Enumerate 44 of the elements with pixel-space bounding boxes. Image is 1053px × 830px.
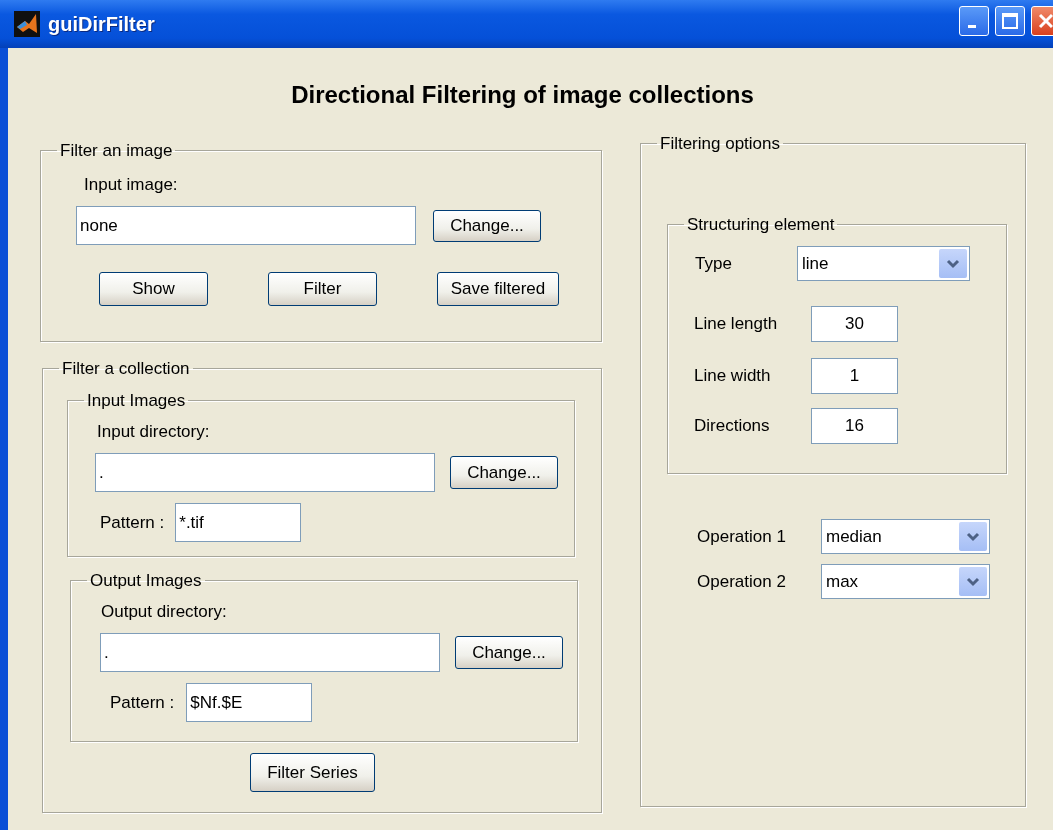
field-label: Type (695, 253, 733, 274)
window-title: guiDirFilter (48, 12, 155, 36)
action-button[interactable]: Save filtered (437, 272, 559, 306)
field-label: Line width (694, 366, 772, 386)
number-field[interactable]: 30 (811, 306, 898, 342)
page-heading: Directional Filtering of image collections (290, 79, 755, 110)
minimize-button[interactable] (959, 6, 989, 36)
image-path-field[interactable]: none (76, 206, 416, 245)
group-title: Filter a collection (61, 359, 191, 378)
pattern-field[interactable]: $Nf.$E (186, 683, 313, 722)
maximize-button[interactable] (995, 6, 1025, 36)
field-label: Line length (694, 314, 779, 334)
change-button[interactable]: Change... (455, 636, 563, 669)
maximize-icon (1002, 13, 1018, 29)
group-title: Output Images (89, 571, 203, 590)
group-title: Filtering options (659, 134, 781, 153)
minimize-icon (968, 24, 976, 28)
field-label: Operation 1 (697, 526, 787, 547)
action-button[interactable]: Show (99, 272, 208, 306)
group-title: Input Images (86, 391, 187, 410)
change-button[interactable]: Change... (433, 209, 541, 242)
field-label: Pattern : (110, 692, 175, 713)
field-label: Output directory: (101, 602, 227, 622)
field-label: Operation 2 (697, 571, 787, 592)
group-title: Filter an image (59, 141, 174, 160)
number-field[interactable]: 16 (811, 408, 898, 444)
group-title: Structuring element (686, 215, 836, 234)
field-label: Input directory: (97, 422, 210, 442)
field-label: Directions (694, 416, 771, 436)
dropdown[interactable]: median (821, 519, 990, 554)
directory-field[interactable]: . (95, 453, 435, 492)
dropdown[interactable]: max (821, 564, 990, 599)
field-label: Pattern : (100, 512, 165, 533)
app-logo-icon (14, 11, 40, 37)
field-label: Input image: (84, 175, 178, 195)
change-button[interactable]: Change... (450, 456, 558, 489)
close-icon (1038, 13, 1053, 29)
dropdown[interactable]: line (797, 246, 970, 281)
action-button[interactable]: Filter (268, 272, 377, 306)
close-button[interactable] (1031, 6, 1053, 36)
pattern-field[interactable]: *.tif (175, 503, 302, 542)
directory-field[interactable]: . (100, 633, 440, 672)
number-field[interactable]: 1 (811, 358, 898, 394)
filter-series-button[interactable]: Filter Series (250, 753, 375, 792)
